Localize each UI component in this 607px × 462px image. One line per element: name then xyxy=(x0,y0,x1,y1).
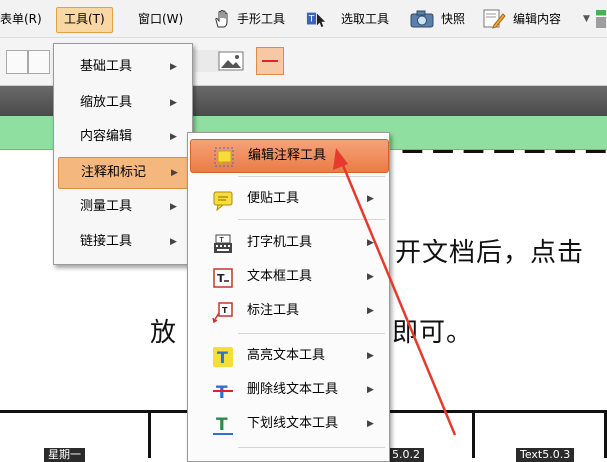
menu-item-measure-tools[interactable]: 测量工具 ▶ xyxy=(58,192,188,222)
submenu-arrow-icon: ▶ xyxy=(171,168,178,178)
svg-text:T: T xyxy=(219,236,225,244)
submenu-arrow-icon: ▶ xyxy=(170,202,177,212)
menu-tools[interactable]: 工具(T) xyxy=(56,7,113,33)
edit-content-button[interactable]: 编辑内容 xyxy=(513,8,561,30)
strikethrough-text-icon: T xyxy=(213,383,233,402)
table-cell: Text5.0.3 xyxy=(516,448,575,462)
document-text-prefix: 放 xyxy=(150,318,178,348)
edit-annotation-icon xyxy=(214,147,234,167)
menu-item-label: 删除线文本工具 xyxy=(247,382,339,397)
typewriter-icon: T xyxy=(214,234,232,253)
menu-item-content-edit[interactable]: 内容编辑 ▶ xyxy=(58,122,188,152)
menu-item-link-tools[interactable]: 链接工具 ▶ xyxy=(58,227,188,257)
menu-item-label: 文本框工具 xyxy=(247,269,313,284)
menu-item-sticky-note[interactable]: 便贴工具 ▶ xyxy=(190,183,387,215)
annotation-submenu: 编辑注释工具 便贴工具 ▶ T 打字机工具 ▶ T 文本框工具 ▶ T 标注工具… xyxy=(187,132,390,462)
table-cell: 星期一 xyxy=(44,448,85,462)
svg-text:T: T xyxy=(217,348,228,367)
menu-item-label: 打字机工具 xyxy=(247,235,313,250)
sticky-note-icon xyxy=(213,191,233,211)
hand-tool-button[interactable]: 手形工具 xyxy=(237,8,285,30)
submenu-arrow-icon: ▶ xyxy=(367,351,374,361)
menu-item-label: 注释和标记 xyxy=(81,165,147,180)
submenu-arrow-icon: ▶ xyxy=(367,419,374,429)
menu-item-underline-text[interactable]: T 下划线文本工具 ▶ xyxy=(190,408,387,440)
menu-item-comment-markup[interactable]: 注释和标记 ▶ xyxy=(58,157,190,189)
svg-text:T: T xyxy=(217,272,225,285)
menu-item-typewriter[interactable]: T 打字机工具 ▶ xyxy=(190,227,387,259)
image-icon[interactable] xyxy=(218,51,244,71)
menu-window[interactable]: 窗口(W) xyxy=(138,8,183,30)
menu-form[interactable]: 表单(R) xyxy=(0,8,42,30)
menu-item-label: 内容编辑 xyxy=(80,129,133,144)
toolbar-overflow-icon[interactable] xyxy=(596,10,606,28)
dropdown-arrow-icon[interactable]: ▼ xyxy=(583,8,590,30)
menu-item-label: 链接工具 xyxy=(80,234,133,249)
svg-text:T: T xyxy=(216,415,228,435)
table-divider xyxy=(148,410,151,458)
menubar: 表单(R) 工具(T) 窗口(W) 手形工具 T 选取工具 快照 编辑内容 ▼ xyxy=(0,0,607,38)
align-dropdown-icon[interactable] xyxy=(28,50,50,74)
document-text-suffix: 即可。 xyxy=(392,318,474,348)
menu-item-label: 下划线文本工具 xyxy=(247,416,339,431)
svg-text:T: T xyxy=(308,15,315,25)
hand-tool-icon[interactable] xyxy=(212,9,232,29)
menu-separator xyxy=(238,333,385,334)
menu-item-textbox[interactable]: T 文本框工具 ▶ xyxy=(190,261,387,293)
svg-text:T: T xyxy=(216,383,228,402)
submenu-arrow-icon: ▶ xyxy=(170,98,177,108)
submenu-arrow-icon: ▶ xyxy=(367,272,374,282)
select-text-icon[interactable]: T xyxy=(306,9,326,29)
menu-item-zoom-tools[interactable]: 缩放工具 ▶ xyxy=(58,88,188,118)
submenu-arrow-icon: ▶ xyxy=(170,237,177,247)
select-tool-button[interactable]: 选取工具 xyxy=(341,8,389,30)
menu-item-label: 测量工具 xyxy=(80,199,133,214)
submenu-arrow-icon: ▶ xyxy=(367,194,374,204)
submenu-arrow-icon: ▶ xyxy=(367,385,374,395)
menu-item-label: 编辑注释工具 xyxy=(248,148,327,163)
menu-separator xyxy=(238,219,385,220)
calendar-icon[interactable] xyxy=(194,50,220,72)
menu-item-edit-annotation[interactable]: 编辑注释工具 xyxy=(190,139,389,173)
menu-item-highlight-text[interactable]: T 高亮文本工具 ▶ xyxy=(190,340,387,372)
document-text-line: 开文档后，点击 xyxy=(395,238,585,268)
textbox-icon: T xyxy=(213,268,233,288)
document-text-clipped: ▬▬▬▬▬▬▬ xyxy=(396,150,606,174)
svg-text:T: T xyxy=(222,306,228,315)
table-divider xyxy=(472,410,475,458)
menu-item-label: 高亮文本工具 xyxy=(247,348,326,363)
menu-item-label: 缩放工具 xyxy=(80,95,133,110)
callout-icon: T xyxy=(212,302,233,323)
highlight-text-icon: T xyxy=(213,347,233,367)
menu-item-label: 基础工具 xyxy=(80,59,133,74)
menu-item-basic-tools[interactable]: 基础工具 ▶ xyxy=(58,52,188,82)
underline-text-icon: T xyxy=(213,415,233,435)
table-cell: 5.0.2 xyxy=(388,448,424,462)
menu-item-label: 标注工具 xyxy=(247,303,300,318)
submenu-arrow-icon: ▶ xyxy=(367,306,374,316)
submenu-arrow-icon: ▶ xyxy=(170,62,177,72)
menu-item-strikethrough-text[interactable]: T 删除线文本工具 ▶ xyxy=(190,374,387,406)
menu-separator xyxy=(238,447,385,448)
submenu-arrow-icon: ▶ xyxy=(170,132,177,142)
line-icon xyxy=(262,60,278,62)
marker-tool-button[interactable] xyxy=(256,47,284,75)
menu-separator xyxy=(238,176,385,177)
tools-menu: 基础工具 ▶ 缩放工具 ▶ 内容编辑 ▶ 注释和标记 ▶ 测量工具 ▶ 链接工具… xyxy=(53,43,193,265)
edit-content-icon[interactable] xyxy=(482,9,506,29)
snapshot-button[interactable]: 快照 xyxy=(441,8,465,30)
submenu-arrow-icon: ▶ xyxy=(367,238,374,248)
camera-icon[interactable] xyxy=(410,9,434,29)
menu-item-callout[interactable]: T 标注工具 ▶ xyxy=(190,295,387,327)
menu-item-label: 便贴工具 xyxy=(247,191,300,206)
align-left-icon[interactable] xyxy=(6,50,28,74)
